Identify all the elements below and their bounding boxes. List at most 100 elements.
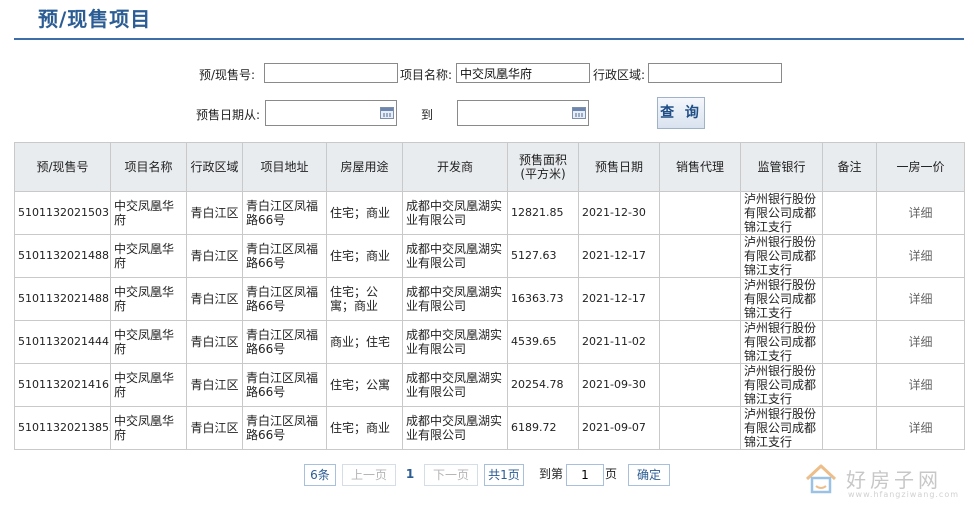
cell-bank: 泸州银行股份有限公司成都锦江支行 [740, 277, 823, 321]
cell-bank: 泸州银行股份有限公司成都锦江支行 [740, 363, 823, 407]
date-to-label: 到 [421, 108, 434, 122]
watermark-text: 好房子网 [846, 468, 942, 492]
col-header-developer: 开发商 [402, 142, 508, 192]
cell-address: 青白江区凤福路66号 [242, 234, 327, 278]
cell-agent [659, 363, 741, 407]
project-name-input[interactable] [456, 63, 590, 83]
col-header-district: 行政区域 [186, 142, 243, 192]
cell-presale-no: 510113202148818 [14, 234, 111, 278]
cell-date: 2021-11-02 [578, 320, 660, 364]
detail-link[interactable]: 详细 [908, 292, 932, 306]
date-from-label: 预售日期从: [196, 108, 261, 122]
cell-area: 12821.85 [507, 191, 579, 235]
cell-usage: 商业；住宅 [326, 320, 403, 364]
table-row: 510113202148818 中交凤凰华府 青白江区 青白江区凤福路66号 住… [14, 234, 965, 278]
cell-area: 5127.63 [507, 234, 579, 278]
cell-developer: 成都中交凤凰湖实业有限公司 [402, 406, 508, 450]
goto-label: 到第 [538, 467, 563, 481]
cell-address: 青白江区凤福路66号 [242, 363, 327, 407]
total-pages: 共1页 [484, 464, 524, 486]
presale-no-input[interactable] [264, 63, 398, 83]
query-button[interactable]: 查 询 [657, 97, 705, 129]
cell-presale-no: 510113202138529 [14, 406, 111, 450]
next-page-button[interactable]: 下一页 [424, 464, 478, 486]
cell-detail: 详细 [876, 363, 965, 407]
record-count: 6条 [304, 464, 336, 486]
col-header-remark: 备注 [822, 142, 877, 192]
cell-usage: 住宅；公寓 [326, 363, 403, 407]
cell-area: 16363.73 [507, 277, 579, 321]
col-header-usage: 房屋用途 [326, 142, 403, 192]
cell-remark [822, 363, 877, 407]
house-logo-icon [805, 464, 837, 494]
cell-developer: 成都中交凤凰湖实业有限公司 [402, 191, 508, 235]
current-page: 1 [405, 467, 415, 481]
table-row: 510113202144412 中交凤凰华府 青白江区 青白江区凤福路66号 商… [14, 320, 965, 364]
cell-district: 青白江区 [186, 320, 243, 364]
cell-date: 2021-12-17 [578, 277, 660, 321]
table-header-row: 预/现售号 项目名称 行政区域 项目地址 房屋用途 开发商 预售面积 (平方米)… [14, 142, 965, 192]
cell-remark [822, 406, 877, 450]
title-bar: 预/现售项目 [0, 0, 974, 42]
cell-remark [822, 320, 877, 364]
cell-project-name: 中交凤凰华府 [110, 277, 187, 321]
detail-link[interactable]: 详细 [908, 421, 932, 435]
col-header-project-name: 项目名称 [110, 142, 187, 192]
detail-link[interactable]: 详细 [908, 335, 932, 349]
detail-link[interactable]: 详细 [908, 378, 932, 392]
col-header-bank: 监管银行 [740, 142, 823, 192]
calendar-icon[interactable] [572, 107, 586, 119]
cell-developer: 成都中交凤凰湖实业有限公司 [402, 320, 508, 364]
cell-address: 青白江区凤福路66号 [242, 320, 327, 364]
project-name-label: 项目名称: [400, 68, 453, 82]
cell-remark [822, 234, 877, 278]
district-label: 行政区域: [593, 68, 646, 82]
cell-date: 2021-09-07 [578, 406, 660, 450]
col-header-agent: 销售代理 [659, 142, 741, 192]
cell-bank: 泸州银行股份有限公司成都锦江支行 [740, 234, 823, 278]
cell-address: 青白江区凤福路66号 [242, 277, 327, 321]
table-row: 510113202150316 中交凤凰华府 青白江区 青白江区凤福路66号 住… [14, 191, 965, 235]
detail-link[interactable]: 详细 [908, 249, 932, 263]
title-divider [14, 38, 964, 40]
date-to-input[interactable] [457, 100, 589, 126]
cell-remark [822, 277, 877, 321]
cell-date: 2021-09-30 [578, 363, 660, 407]
cell-project-name: 中交凤凰华府 [110, 234, 187, 278]
cell-detail: 详细 [876, 234, 965, 278]
cell-detail: 详细 [876, 320, 965, 364]
calendar-icon[interactable] [380, 107, 394, 119]
cell-usage: 住宅；商业 [326, 191, 403, 235]
cell-project-name: 中交凤凰华府 [110, 320, 187, 364]
presale-table: 预/现售号 项目名称 行政区域 项目地址 房屋用途 开发商 预售面积 (平方米)… [14, 142, 965, 450]
cell-presale-no: 510113202148819 [14, 277, 111, 321]
cell-bank: 泸州银行股份有限公司成都锦江支行 [740, 320, 823, 364]
cell-developer: 成都中交凤凰湖实业有限公司 [402, 277, 508, 321]
prev-page-button[interactable]: 上一页 [342, 464, 396, 486]
goto-page-input[interactable] [566, 464, 604, 486]
cell-district: 青白江区 [186, 406, 243, 450]
cell-agent [659, 277, 741, 321]
table-row: 510113202148819 中交凤凰华府 青白江区 青白江区凤福路66号 住… [14, 277, 965, 321]
presale-no-label: 预/现售号: [199, 68, 256, 82]
cell-detail: 详细 [876, 277, 965, 321]
cell-developer: 成都中交凤凰湖实业有限公司 [402, 363, 508, 407]
cell-address: 青白江区凤福路66号 [242, 191, 327, 235]
col-header-area: 预售面积 (平方米) [507, 142, 579, 192]
cell-area: 6189.72 [507, 406, 579, 450]
detail-link[interactable]: 详细 [908, 206, 932, 220]
cell-date: 2021-12-30 [578, 191, 660, 235]
cell-area: 4539.65 [507, 320, 579, 364]
date-from-input[interactable] [265, 100, 397, 126]
col-header-price-list: 一房一价 [876, 142, 965, 192]
cell-agent [659, 191, 741, 235]
cell-presale-no: 510113202150316 [14, 191, 111, 235]
table-row: 510113202141613 中交凤凰华府 青白江区 青白江区凤福路66号 住… [14, 363, 965, 407]
col-header-presale-no: 预/现售号 [14, 142, 111, 192]
cell-area: 20254.78 [507, 363, 579, 407]
site-watermark: 好房子网 www.hfangziwang.com [800, 458, 970, 504]
cell-project-name: 中交凤凰华府 [110, 191, 187, 235]
cell-bank: 泸州银行股份有限公司成都锦江支行 [740, 406, 823, 450]
confirm-page-button[interactable]: 确定 [628, 464, 670, 486]
district-input[interactable] [648, 63, 782, 83]
